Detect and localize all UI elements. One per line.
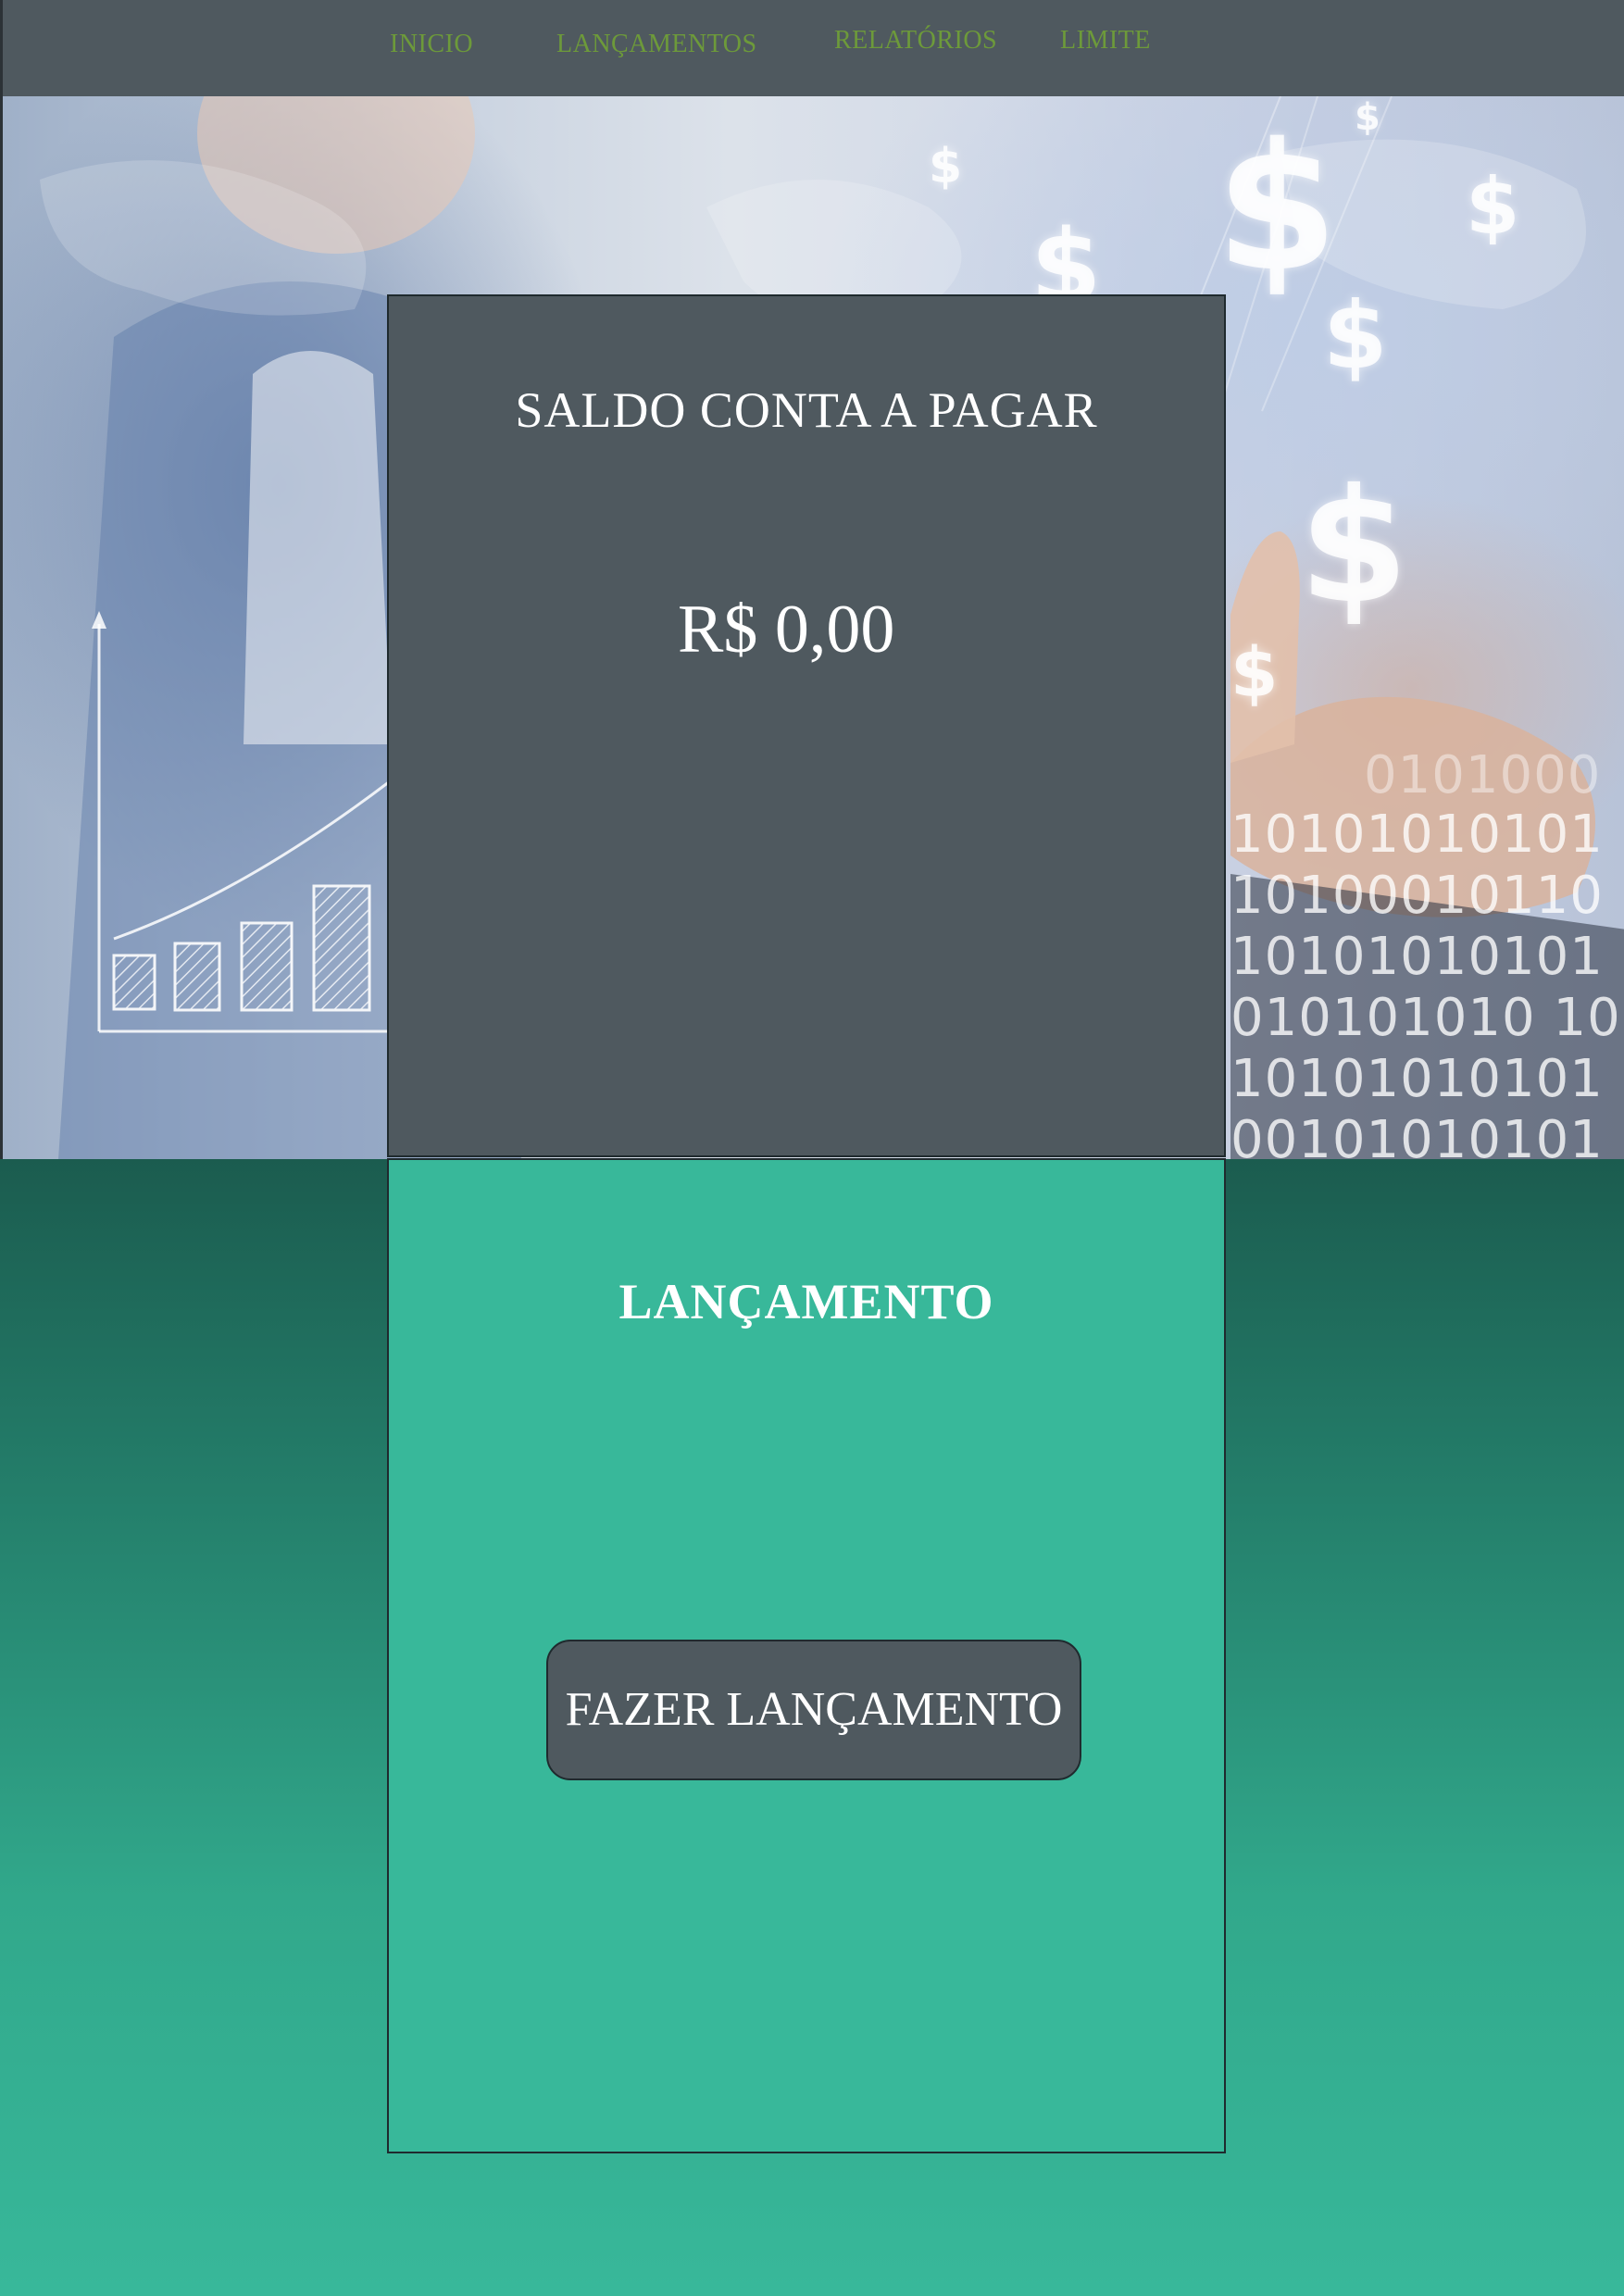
- binary-row: 00101010101: [1230, 1110, 1604, 1160]
- dollar-icon: $: [1466, 161, 1520, 252]
- dollar-icon: $: [929, 139, 963, 194]
- dollar-icon: $: [1355, 96, 1380, 139]
- binary-row: 10100010110: [1230, 866, 1604, 926]
- top-navbar: INICIO LANÇAMENTOS RELATÓRIOS LIMITE: [0, 0, 1624, 96]
- binary-row: 10101010101: [1230, 1049, 1604, 1109]
- nav-item-limite[interactable]: LIMITE: [1060, 26, 1151, 56]
- nav-item-lancamentos[interactable]: LANÇAMENTOS: [556, 30, 757, 59]
- dollar-icon: $: [1323, 281, 1388, 390]
- lancamento-title: LANÇAMENTO: [618, 1274, 994, 1329]
- nav-item-inicio[interactable]: INICIO: [390, 30, 473, 59]
- dollar-icon: $: [1216, 106, 1339, 310]
- binary-row: 0101000: [1364, 745, 1602, 805]
- dollar-icon: $: [1230, 633, 1279, 713]
- binary-row: 10101010101: [1230, 927, 1604, 987]
- saldo-value: R$ 0,00: [678, 592, 895, 668]
- nav-item-relatorios[interactable]: RELATÓRIOS: [834, 26, 997, 56]
- binary-row: 010101010 10: [1230, 988, 1621, 1048]
- lancamento-card: LANÇAMENTO FAZER LANÇAMENTO: [387, 1158, 1226, 2153]
- binary-row: 10101010101: [1230, 805, 1604, 865]
- dollar-icon: $: [1299, 455, 1409, 639]
- saldo-title: SALDO CONTA A PAGAR: [515, 382, 1098, 438]
- saldo-card: SALDO CONTA A PAGAR R$ 0,00: [387, 294, 1226, 1157]
- fazer-lancamento-button[interactable]: FAZER LANÇAMENTO: [546, 1640, 1081, 1780]
